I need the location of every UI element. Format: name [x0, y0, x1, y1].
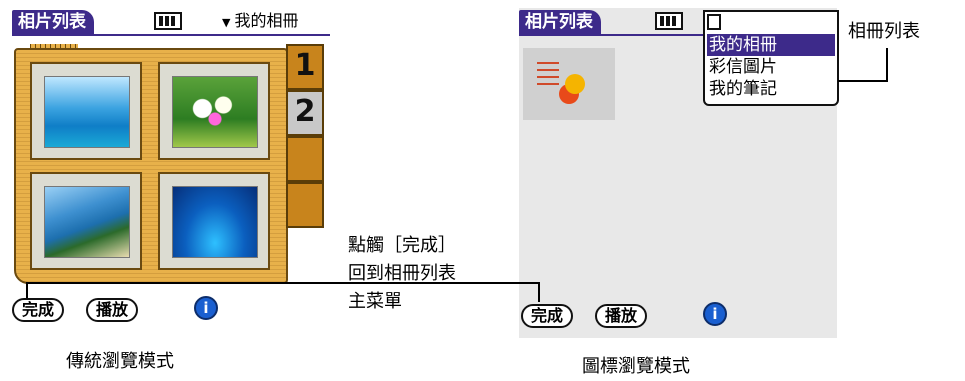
album-name: 我的相冊 — [234, 11, 299, 30]
leader-line — [838, 80, 888, 82]
leader-line — [26, 282, 494, 284]
photo-thumbnail — [172, 186, 258, 258]
leader-line — [26, 282, 28, 298]
note-line: 點觸［完成］ — [348, 235, 456, 256]
photo-slot[interactable] — [30, 172, 142, 270]
leader-line — [538, 282, 540, 302]
note-line: 主菜單 — [348, 291, 402, 312]
photo-slot[interactable] — [158, 172, 270, 270]
title-rule — [519, 34, 703, 36]
leader-line — [886, 48, 888, 82]
album-option-mms[interactable]: 彩信圖片 — [707, 56, 835, 78]
info-icon[interactable]: i — [703, 302, 727, 326]
page-tab-2[interactable]: 2 — [286, 90, 324, 136]
album-selector[interactable]: ▼ 我的相冊 — [222, 11, 298, 33]
title-tab: 相片列表 — [519, 10, 601, 34]
waves-graphic — [537, 62, 559, 86]
done-button[interactable]: 完成 — [521, 304, 574, 328]
photo-thumbnail — [172, 76, 258, 148]
photo-thumbnail[interactable] — [523, 48, 615, 120]
photo-slot[interactable] — [30, 62, 142, 160]
photo-slot[interactable] — [158, 62, 270, 160]
tap-done-note: 點觸［完成］ 回到相冊列表 主菜單 — [348, 232, 456, 316]
title-tab: 相片列表 — [12, 10, 94, 34]
photo-thumbnail — [44, 76, 130, 148]
play-button[interactable]: 播放 — [595, 304, 648, 328]
view-mode-grid-icon[interactable] — [154, 12, 182, 30]
chevron-down-icon: ▼ — [222, 16, 231, 29]
icon-view-caption: 圖標瀏覽模式 — [582, 356, 690, 377]
photo-thumbnail — [44, 186, 130, 258]
done-button[interactable]: 完成 — [12, 298, 65, 322]
album-dropdown[interactable]: 我的相冊 彩信圖片 我的筆記 — [703, 10, 839, 106]
album-option-notes[interactable]: 我的筆記 — [707, 78, 835, 100]
leader-line — [494, 282, 540, 284]
traditional-view-caption: 傳統瀏覽模式 — [66, 351, 174, 372]
play-button[interactable]: 播放 — [86, 298, 139, 322]
icon-view-screen: 相片列表 我的相冊 彩信圖片 我的筆記 完成 播放 i — [519, 8, 839, 338]
circle-graphic — [565, 74, 585, 94]
title-rule — [12, 34, 330, 36]
info-icon[interactable]: i — [194, 296, 218, 320]
page-tab-empty — [286, 182, 324, 228]
page-tab-1[interactable]: 1 — [286, 44, 324, 90]
page-tab-empty — [286, 136, 324, 182]
album-frame — [14, 48, 288, 284]
album-option-my-album[interactable]: 我的相冊 — [707, 34, 835, 56]
view-mode-grid-icon[interactable] — [655, 12, 683, 30]
dropdown-handle-icon — [707, 14, 721, 30]
album-list-label: 相冊列表 — [848, 21, 920, 42]
